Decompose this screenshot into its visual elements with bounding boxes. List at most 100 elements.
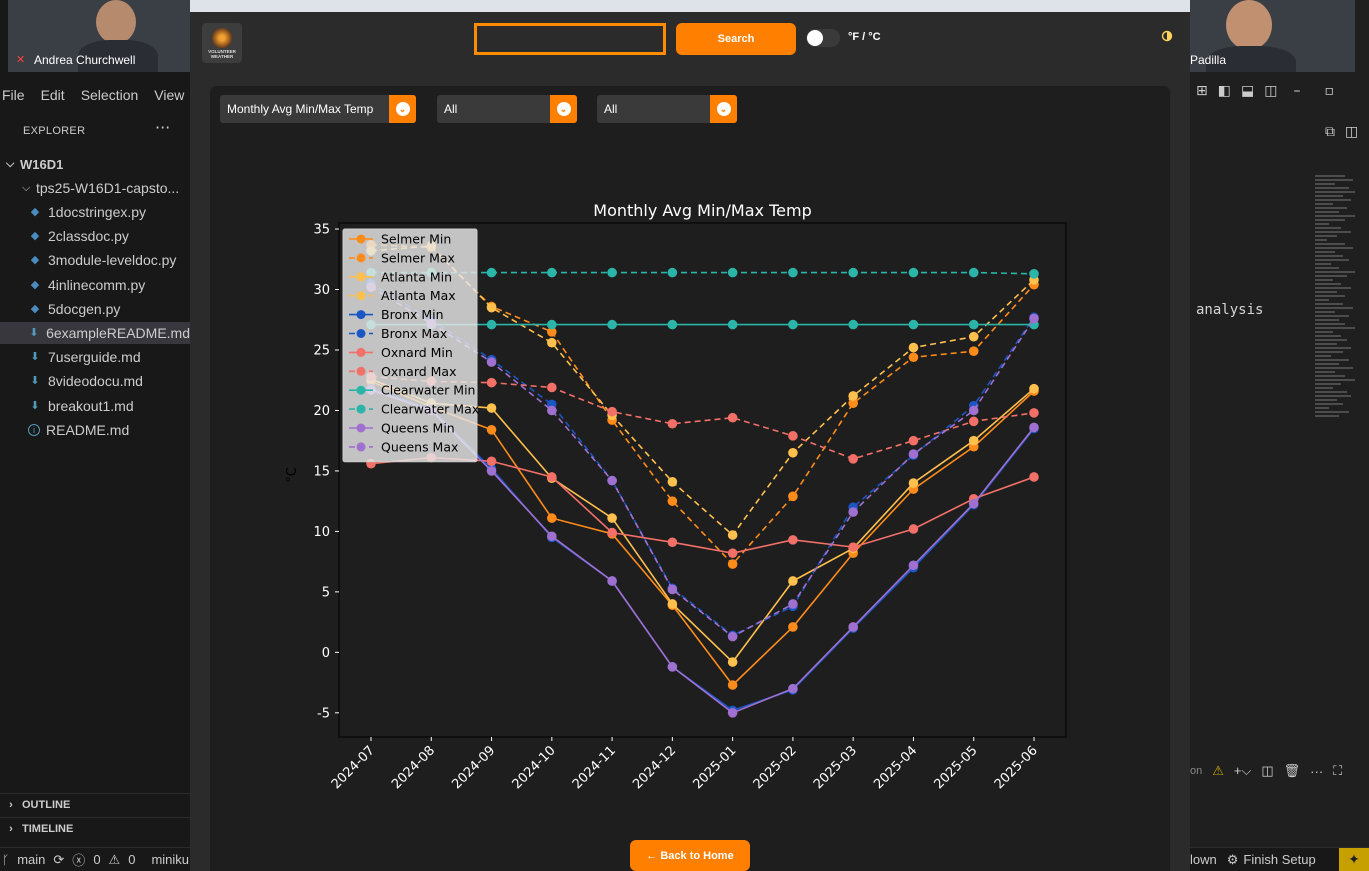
data-point [667,418,678,429]
data-point [667,477,678,487]
gear-icon: ⚙ [1226,851,1239,867]
markdown-file-icon: ⬇ [29,327,39,339]
x-tick-label: 2025-02 [751,743,800,792]
menu-edit[interactable]: Edit [41,87,65,103]
theme-toggle-icon[interactable] [1160,29,1174,43]
file-label: 3module-leveldoc.py [48,252,177,269]
y-tick-label: -5 [317,706,330,721]
toggle-panel-icon[interactable]: ⬓ [1241,83,1254,99]
y-tick-label: 30 [313,283,330,298]
legend-marker [356,272,366,282]
restore-icon[interactable]: ▫ [1324,83,1334,99]
vscode-left-pane: Andrea Churchwell ✕ File Edit Selection … [0,0,190,871]
x-tick-label: 2025-05 [932,743,981,792]
menu-view[interactable]: View [154,87,184,103]
logo-text: VOLUNTEER WEATHER [208,48,236,59]
split-terminal-icon[interactable]: ◫ [1261,763,1273,779]
data-point [727,267,738,278]
legend-marker [356,347,366,357]
trash-icon[interactable]: 🗑 [1284,763,1301,779]
data-point [547,531,557,542]
open-preview-icon[interactable]: ⧉ [1325,124,1335,140]
chevron-right-icon: › [9,798,13,811]
timeline-section[interactable]: › TIMELINE [0,817,190,839]
data-point [547,405,557,416]
search-input[interactable] [474,23,666,55]
python-file-icon: ◆ [30,302,40,315]
workspace-label: W16D1 [20,156,64,172]
back-to-home-button[interactable]: ← Back to Home [630,840,750,871]
outline-section[interactable]: › OUTLINE [0,793,190,815]
error-count[interactable]: 0 [93,852,100,867]
customize-layout-icon[interactable]: ⊞ [1196,83,1208,99]
status-down-label[interactable]: lown [1190,852,1217,867]
file-item[interactable]: ◆ 2classdoc.py [0,225,190,247]
finish-setup-button[interactable]: ⚙ Finish Setup [1227,852,1316,868]
x-tick-label: 2024-12 [630,743,679,792]
data-point [667,662,678,672]
sync-icon[interactable]: ⟳ [53,852,64,868]
file-item[interactable]: i README.md [0,419,190,441]
layout-toolbar: ⊞ ◧ ⬓ ◫ – ▫ [1196,83,1334,99]
editor-actions: ⧉ ◫ [1325,124,1358,140]
branch-name[interactable]: main [17,852,45,867]
menu-bar: File Edit Selection View [0,83,190,107]
data-point [788,431,798,441]
legend-label: Queens Min [381,421,455,436]
app-logo[interactable]: VOLUNTEER WEATHER [202,23,242,63]
muted-mic-icon: ✕ [16,53,26,66]
menu-selection[interactable]: Selection [81,87,139,103]
data-point [968,319,979,330]
data-point [727,548,738,558]
maximize-panel-icon[interactable]: ⛶ [1333,763,1342,779]
file-item[interactable]: ⬇ 7userguide.md [0,346,190,368]
x-tick-label: 2025-01 [690,743,739,792]
more-actions-icon[interactable]: ··· [155,118,170,137]
data-point [667,584,678,595]
toggle-sidebar-icon[interactable]: ◧ [1218,83,1231,99]
data-point [486,403,497,413]
search-button[interactable]: Search [676,23,796,55]
status-extra[interactable]: miniku [151,852,189,867]
weather-app-window: VOLUNTEER WEATHER Search °F / °C Monthly… [190,0,1190,871]
data-point [667,496,678,506]
file-item[interactable]: ◆ 4inlinecomm.py [0,274,190,296]
workspace-root[interactable]: ⌵ W16D1 [0,153,190,175]
minimap[interactable] [1315,175,1359,435]
y-tick-label: 0 [322,646,330,661]
file-item[interactable]: ⬇ 6exampleREADME.md [0,322,190,344]
file-item[interactable]: ◆ 1docstringex.py [0,201,190,223]
add-terminal-icon[interactable]: +⌵ [1234,763,1251,779]
unit-toggle-label: °F / °C [848,31,881,43]
data-point [908,319,919,330]
legend-label: Oxnard Min [381,345,453,360]
data-point [1029,383,1039,394]
chart-title: Monthly Avg Min/Max Temp [593,201,811,220]
menu-file[interactable]: File [2,87,25,103]
more-actions-icon[interactable]: ··· [1310,764,1323,779]
unit-toggle[interactable] [806,29,840,47]
minimize-icon[interactable]: – [1293,83,1300,99]
folder-item[interactable]: ⌵ tps25-W16D1-capsto... [0,177,190,199]
python-file-icon: ◆ [30,206,40,218]
outline-label: OUTLINE [22,798,71,811]
data-point [788,683,798,694]
file-item[interactable]: ◆ 5docgen.py [0,298,190,320]
legend-label: Clearwater Max [381,402,479,417]
file-item[interactable]: ⬇ 8videodocu.md [0,370,190,392]
file-item[interactable]: ⬇ breakout1.md [0,395,190,417]
copilot-icon[interactable]: ✦ [1339,847,1369,871]
file-label: 7userguide.md [48,349,141,366]
toggle-secondary-sidebar-icon[interactable]: ◫ [1264,83,1277,99]
file-item[interactable]: ◆ 3module-leveldoc.py [0,249,190,271]
legend-marker [356,310,366,320]
y-tick-label: 20 [313,404,330,419]
legend-marker [356,404,366,414]
data-point [727,680,738,690]
data-point [727,657,738,667]
data-point [727,559,738,569]
warning-count[interactable]: 0 [128,852,135,867]
split-editor-icon[interactable]: ◫ [1345,124,1358,140]
data-point [788,599,798,609]
data-point [727,530,738,540]
